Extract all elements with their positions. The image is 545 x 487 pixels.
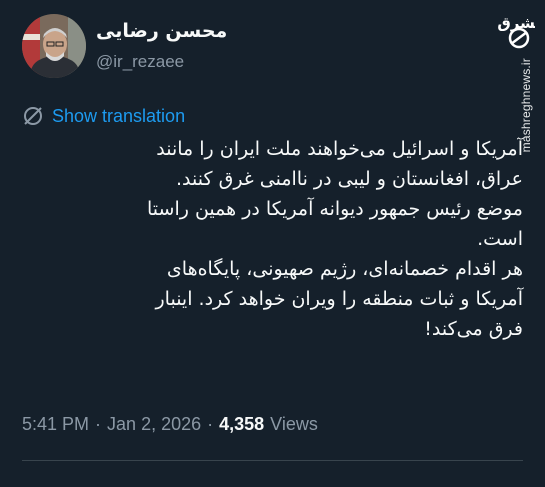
tweet-line: است.	[477, 228, 523, 250]
meta-separator: ·	[95, 414, 102, 434]
avatar[interactable]	[22, 14, 86, 78]
tweet-line: فرق می‌کند!	[424, 318, 523, 340]
show-translation-button[interactable]: Show translation	[22, 104, 185, 128]
views-label: Views	[270, 414, 318, 434]
tweet-line: موضع رئیس جمهور دیوانه آمریکا در همین را…	[147, 198, 523, 220]
tweet-line: عراق، افغانستان و لیبی در ناامنی غرق کنن…	[176, 168, 523, 190]
tweet-line: هر اقدام خصمانه‌ای، رژیم صهیونی، پایگاه‌…	[166, 258, 523, 280]
tweet-body: آمریکا و اسرائیل می‌خواهند ملت ایران را …	[22, 134, 523, 344]
tweet-line: آمریکا و ثبات منطقه را ویران خواهد کرد. …	[155, 288, 524, 310]
mashregh-logo-icon: مشرق	[497, 14, 535, 49]
tweet-date[interactable]: Jan 2, 2026	[107, 414, 201, 435]
tweet-time[interactable]: 5:41 PM	[22, 414, 89, 435]
meta-separator: ·	[207, 414, 214, 434]
author-name[interactable]: محسن رضایی	[96, 20, 227, 42]
views-count: 4,358	[219, 414, 265, 434]
divider	[22, 460, 523, 461]
tweet-line: آمریکا و اسرائیل می‌خواهند ملت ایران را …	[156, 138, 523, 160]
tweet-meta: 5:41 PM · Jan 2, 2026 · 4,358 Views	[22, 414, 318, 435]
globe-slash-icon	[24, 107, 42, 125]
tweet-header: محسن رضایی @ir_rezaee	[22, 14, 485, 78]
author-handle[interactable]: @ir_rezaee	[96, 52, 184, 72]
show-translation-label[interactable]: Show translation	[52, 106, 185, 127]
